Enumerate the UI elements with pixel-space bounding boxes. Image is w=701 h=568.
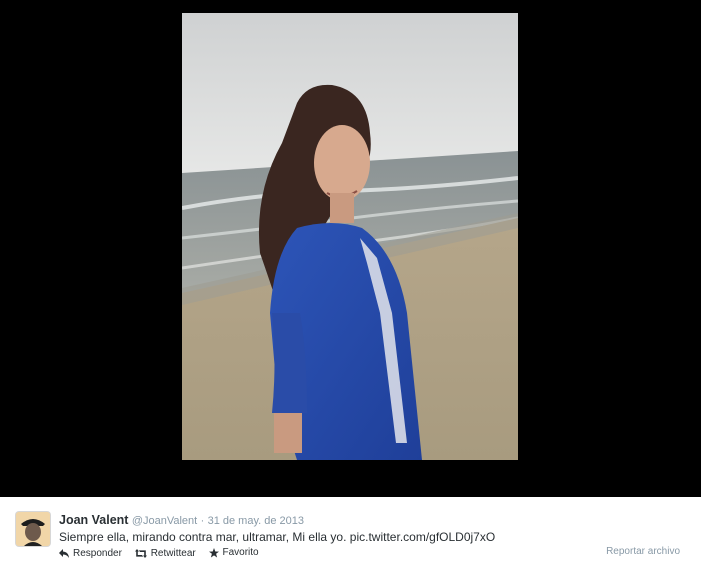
tweet-photo[interactable] [182,13,518,460]
retweet-button[interactable]: Retwittear [134,547,196,559]
header-separator: · [200,515,205,527]
reply-label: Responder [73,547,122,559]
user-avatar[interactable] [16,512,50,546]
star-icon [208,547,219,557]
user-fullname[interactable]: Joan Valent [59,513,128,527]
favorite-button[interactable]: Favorito [208,547,259,558]
retweet-label: Retwittear [150,547,196,559]
tweet-timestamp[interactable]: 31 de may. de 2013 [208,515,304,527]
tweet-text-body: Siempre ella, mirando contra mar, ultram… [59,530,347,544]
tweet-actions: Responder Retwittear Favorito [59,547,269,561]
retweet-icon [134,548,147,558]
reply-icon [59,548,69,558]
user-handle[interactable]: @JoanValent [132,515,197,527]
media-viewer-stage [0,0,701,497]
report-media-link[interactable]: Reportar archivo [606,546,680,557]
avatar-image [16,512,50,546]
beach-photo-image [182,13,518,460]
tweet-footer: Joan Valent @JoanValent · 31 de may. de … [0,497,701,568]
reply-button[interactable]: Responder [59,548,122,559]
tweet-header: Joan Valent @JoanValent · 31 de may. de … [59,513,304,527]
tweet-pic-link[interactable]: pic.twitter.com/gfOLD0j7xO [350,530,495,544]
tweet-text: Siempre ella, mirando contra mar, ultram… [59,530,495,544]
favorite-label: Favorito [222,547,259,558]
